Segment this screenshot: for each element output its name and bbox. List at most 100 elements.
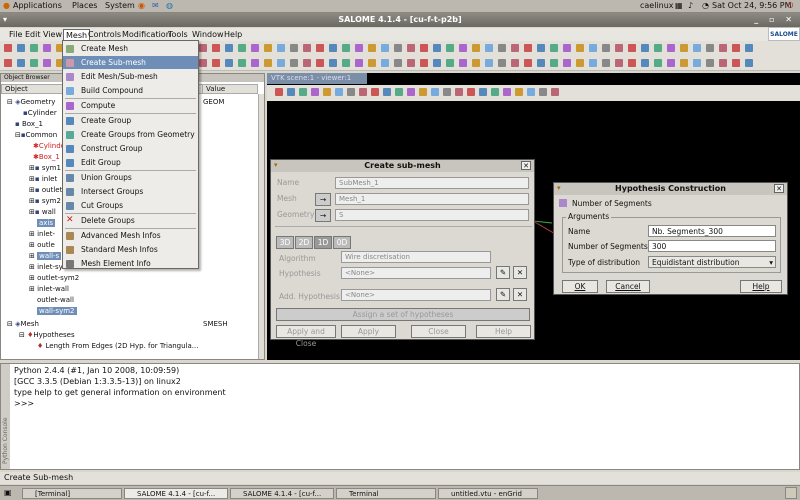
tree-item[interactable]: ⊞▪ inlet [29,175,57,183]
window-titlebar[interactable]: SALOME 4.1.4 - [cu-f-t-p2b] ▾ _ ▫ ✕ [0,13,800,27]
tree-item[interactable]: ⊞▪ sym2 [29,197,61,205]
toolbar-tool-icon[interactable] [551,88,559,96]
tree-item[interactable]: ⊞▪ wall [29,208,56,216]
toolbar-tool-icon[interactable] [576,44,584,52]
toolbar-tool-icon[interactable] [335,88,343,96]
toolbar-tool-icon[interactable] [563,44,571,52]
toolbar-tool-icon[interactable] [355,59,363,67]
toolbar-tool-icon[interactable] [277,59,285,67]
toolbar-tool-icon[interactable] [368,44,376,52]
toolbar-tool-icon[interactable] [420,59,428,67]
mesh-menu-item[interactable]: Create Groups from Geometry [63,128,198,141]
toolbar-tool-icon[interactable] [329,59,337,67]
toolbar-tool-icon[interactable] [299,88,307,96]
power-icon[interactable]: ⏻ [787,1,793,11]
show-desktop-icon[interactable]: ▣ [4,488,12,497]
toolbar-tool-icon[interactable] [420,44,428,52]
dialog-title[interactable]: Hypothesis Construction [554,183,787,195]
menu-file[interactable]: File [9,30,22,39]
mesh-menu-item[interactable]: Create Sub-mesh [63,56,198,69]
tree-item[interactable]: outlet-wall [37,296,74,304]
tree-item[interactable]: ⊞ outle [29,241,55,249]
toolbar-tool-icon[interactable] [359,88,367,96]
tree-item[interactable]: ⊞ wall-s [29,252,62,260]
menu-edit[interactable]: Edit [25,30,41,39]
toolbar-tool-icon[interactable] [641,44,649,52]
toolbar-tool-icon[interactable] [17,44,25,52]
volume-icon[interactable]: ♪ [688,1,693,10]
edit-hypothesis-button[interactable]: ✎ [496,266,510,279]
geometry-field[interactable]: S [335,209,529,221]
toolbar-tool-icon[interactable] [667,44,675,52]
toolbar-tool-icon[interactable] [30,44,38,52]
toolbar-tool-icon[interactable] [459,44,467,52]
applications-menu[interactable]: Applications [13,1,62,10]
help-icon[interactable]: ◍ [166,1,173,10]
mesh-menu-item[interactable]: Create Group [63,114,198,127]
remove-add-hypothesis-button[interactable]: ✕ [513,288,527,301]
task-salome-2[interactable]: SALOME 4.1.4 - [cu-f... [230,488,334,499]
tree-item[interactable]: ⊟ ◈Geometry [7,98,55,106]
toolbar-tool-icon[interactable] [287,88,295,96]
mesh-menu-item[interactable]: Mesh Element Info [63,257,198,270]
toolbar-tool-icon[interactable] [576,59,584,67]
tree-item[interactable]: ⊞▪ outlet [29,186,62,194]
toolbar-tool-icon[interactable] [654,59,662,67]
col-value-header[interactable]: Value [202,84,258,94]
toolbar-tool-icon[interactable] [467,88,475,96]
help-button[interactable]: Help [740,280,782,293]
toolbar-tool-icon[interactable] [316,59,324,67]
tab-3d[interactable]: 3D [276,236,294,249]
task-engrid[interactable]: untitled.vtu - enGrid [438,488,538,499]
toolbar-tool-icon[interactable] [515,88,523,96]
toolbar-tool-icon[interactable] [550,44,558,52]
toolbar-tool-icon[interactable] [383,88,391,96]
close-icon[interactable]: ✕ [774,184,784,193]
toolbar-tool-icon[interactable] [628,44,636,52]
toolbar-tool-icon[interactable] [485,59,493,67]
places-menu[interactable]: Places [72,1,97,10]
menu-tools[interactable]: Tools [168,30,188,39]
expand-icon[interactable]: ⊞ [29,241,35,249]
toolbar-tool-icon[interactable] [550,59,558,67]
toolbar-tool-icon[interactable] [732,59,740,67]
toolbar-tool-icon[interactable] [433,59,441,67]
toolbar-tool-icon[interactable] [303,44,311,52]
toolbar-tool-icon[interactable] [381,59,389,67]
tab-2d[interactable]: 2D [295,236,313,249]
trash-icon[interactable] [785,487,797,499]
toolbar-tool-icon[interactable] [329,44,337,52]
toolbar-tool-icon[interactable] [706,59,714,67]
expand-icon[interactable]: ⊞ [29,252,35,260]
mail-icon[interactable]: ✉ [152,1,159,10]
select-geometry-button[interactable]: → [315,209,331,222]
toolbar-tool-icon[interactable] [419,88,427,96]
toolbar-tool-icon[interactable] [472,44,480,52]
hypothesis-select[interactable]: <None> [341,267,491,279]
clock[interactable]: Sat Oct 24, 9:56 PM [712,1,792,10]
expand-icon[interactable]: ⊞ [29,274,35,282]
toolbar-tool-icon[interactable] [602,59,610,67]
window-controls[interactable]: _ ▫ ✕ [754,13,796,27]
tree-item[interactable]: ♦ Length From Edges (2D Hyp. for Triangu… [37,342,198,350]
toolbar-tool-icon[interactable] [459,59,467,67]
task-terminal[interactable]: [Terminal] [22,488,122,499]
toolbar-tool-icon[interactable] [290,44,298,52]
toolbar-tool-icon[interactable] [225,44,233,52]
toolbar-tool-icon[interactable] [264,44,272,52]
toolbar-tool-icon[interactable] [17,59,25,67]
toolbar-tool-icon[interactable] [527,88,535,96]
toolbar-tool-icon[interactable] [446,44,454,52]
toolbar-tool-icon[interactable] [443,88,451,96]
toolbar-tool-icon[interactable] [316,44,324,52]
toolbar-tool-icon[interactable] [537,44,545,52]
add-hypothesis-select[interactable]: <None> [341,289,491,301]
toolbar-tool-icon[interactable] [433,44,441,52]
toolbar-tool-icon[interactable] [667,59,675,67]
toolbar-tool-icon[interactable] [238,59,246,67]
mesh-menu-item[interactable]: Intersect Groups [63,185,198,198]
toolbar-tool-icon[interactable] [706,44,714,52]
toolbar-tool-icon[interactable] [693,44,701,52]
tab-0d[interactable]: 0D [333,236,351,249]
firefox-icon[interactable]: ◉ [138,1,145,10]
